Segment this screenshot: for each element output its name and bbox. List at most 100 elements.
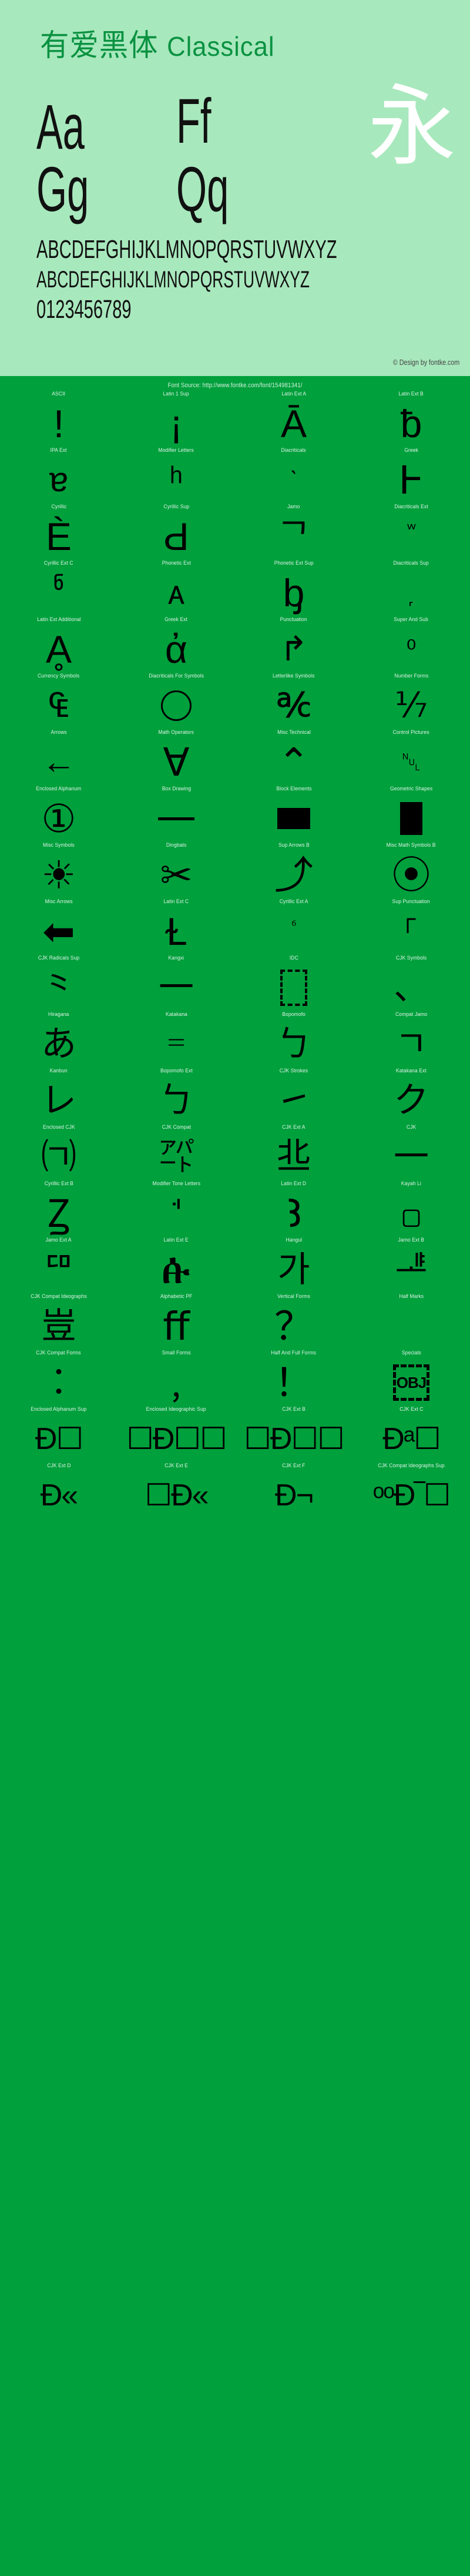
unicode-block-cell[interactable]: Enclosed Alphanum ① (0, 786, 118, 843)
unicode-block-cell[interactable]: CJK Ext E ☐Ð« (118, 1463, 235, 1520)
unicode-block-glyph: ␀ (352, 738, 470, 786)
unicode-block-cell[interactable]: Control Pictures ␀ (352, 730, 470, 786)
font-specimen-hero: 有爱黑体 Classical Aa Ff Gg Qq 永 ABCDEFGHIJK… (0, 0, 470, 376)
unicode-block-cell[interactable]: CJK Ext D Ð« (0, 1463, 118, 1520)
copyright-notice: © Design by fontke.com (393, 358, 459, 367)
unicode-block-cell[interactable]: Latin Ext B ƀ (352, 391, 470, 448)
unicode-block-cell[interactable]: IDC (235, 955, 352, 1012)
unicode-block-cell[interactable]: Punctuation ↱ (235, 617, 352, 673)
unicode-block-cell[interactable]: CJK Ext A 丠 (235, 1125, 352, 1181)
alphabet-uppercase: ABCDEFGHIJKLMNOPQRSTUVWXYZ (36, 234, 337, 266)
unicode-block-label: CJK Ext C (400, 1407, 423, 1415)
unicode-block-cell[interactable]: Kayah Li ꤀ (352, 1181, 470, 1237)
unicode-block-cell[interactable]: Box Drawing (118, 786, 235, 843)
unicode-block-cell[interactable]: Phonetic Ext ᴀ (118, 561, 235, 617)
unicode-block-label: IDC (289, 955, 298, 964)
unicode-block-cell[interactable]: Latin Ext C Ɫ (118, 899, 235, 955)
unicode-block-cell[interactable]: Specials OBJ (352, 1350, 470, 1407)
unicode-block-label: Punctuation (280, 617, 307, 625)
unicode-block-cell[interactable]: Diacriticals Sup᷊ (352, 561, 470, 617)
unicode-block-cell[interactable]: IPA Ext ɐ (0, 448, 118, 504)
unicode-block-cell[interactable]: CJK Ext F Ð¬ (235, 1463, 352, 1520)
unicode-block-cell[interactable]: Latin 1 Sup ¡ (118, 391, 235, 448)
unicode-block-cell[interactable]: Dingbats ✂ (118, 843, 235, 899)
unicode-block-cell[interactable]: Enclosed CJK ㈀ (0, 1125, 118, 1181)
unicode-block-cell[interactable]: Greek Ext ἀ (118, 617, 235, 673)
unicode-block-cell[interactable]: Cyrillic Ext C ჼ (0, 561, 118, 617)
unicode-block-cell[interactable]: CJK Symbols 、 (352, 955, 470, 1012)
unicode-block-cell[interactable]: Number Forms ⅐ (352, 673, 470, 730)
unicode-block-label: Misc Technical (277, 730, 311, 738)
unicode-block-cell[interactable]: Jamo Ext A ꥠ (0, 1237, 118, 1294)
unicode-block-cell[interactable]: Diacriticals For Symbols (118, 673, 235, 730)
unicode-block-cell[interactable]: Enclosed Ideographic Sup ☐Ð☐☐ (118, 1407, 235, 1463)
unicode-block-cell[interactable]: Super And Sub ⁰ (352, 617, 470, 673)
unicode-block-cell[interactable]: Half Marks ﾿ (352, 1294, 470, 1350)
unicode-block-cell[interactable]: CJK Compat Ideographs Sup ᵒᵒÐ‾☐ (352, 1463, 470, 1520)
unicode-block-cell[interactable]: Modifier Letters ʰ (118, 448, 235, 504)
unicode-block-glyph: ⤴ (235, 851, 352, 899)
unicode-block-cell[interactable]: CJK Strokes ㇀ (235, 1068, 352, 1125)
unicode-block-cell[interactable]: Bopomofo Ext ㄅ (118, 1068, 235, 1125)
unicode-block-cell[interactable]: Latin Ext A Ā (235, 391, 352, 448)
unicode-block-cell[interactable]: ASCII! (0, 391, 118, 448)
unicode-block-cell[interactable]: Cyrillic Ext Aⷠ (235, 899, 352, 955)
unicode-block-cell[interactable]: Katakana ゠ (118, 1012, 235, 1068)
unicode-block-cell[interactable]: Kangxi ⼀ (118, 955, 235, 1012)
unicode-block-cell[interactable]: Compat Jamo ㄱ (352, 1012, 470, 1068)
unicode-block-cell[interactable]: Misc Math Symbols B ⦿ (352, 843, 470, 899)
unicode-block-cell[interactable]: CJK Radicals Sup ⺀ (0, 955, 118, 1012)
unicode-block-cell[interactable]: Cyrillic Ext B Ꙁ (0, 1181, 118, 1237)
unicode-block-row: Arrows ← Math Operators ∀ Misc Technical ⌃ Con… (0, 730, 470, 786)
unicode-block-glyph: 豈 (0, 1302, 118, 1350)
unicode-block-cell[interactable]: Hangul 가 (235, 1237, 352, 1294)
unicode-block-cell[interactable]: Misc Symbols ☀ (0, 843, 118, 899)
unicode-block-cell[interactable]: Latin Ext D Ꜣ (235, 1181, 352, 1237)
unicode-block-row: Cyrillic Ext Cჼ Phonetic Ext ᴀ Phonetic Ext… (0, 561, 470, 617)
unicode-block-cell[interactable]: Cyrillic Sup Ԁ (118, 504, 235, 561)
unicode-block-cell[interactable]: Arrows ← (0, 730, 118, 786)
unicode-block-cell[interactable]: Katakana Ext ク (352, 1068, 470, 1125)
unicode-block-cell[interactable]: Hiragana あ (0, 1012, 118, 1068)
unicode-block-cell[interactable]: Letterlike Symbols ℀ (235, 673, 352, 730)
unicode-block-cell[interactable]: Jamo ᄀ (235, 504, 352, 561)
unicode-block-cell[interactable]: Misc Arrows ⬅ (0, 899, 118, 955)
unicode-block-cell[interactable]: CJK Ext B ☐Ð☐☐ (235, 1407, 352, 1463)
unicode-block-cell[interactable]: CJK Compat Forms ︰ (0, 1350, 118, 1407)
unicode-block-glyph: Ḁ (0, 625, 118, 673)
unicode-block-cell[interactable]: Diacriticals ˋ (235, 448, 352, 504)
box-drawing-line (158, 817, 194, 820)
unicode-block-label: CJK Ext B (282, 1407, 306, 1415)
unicode-block-cell[interactable]: Cyrillic Ѐ (0, 504, 118, 561)
unicode-block-cell[interactable]: Misc Technical ⌃ (235, 730, 352, 786)
unicode-block-label: Katakana Ext (396, 1068, 427, 1076)
unicode-block-cell[interactable]: Diacriticals Extᷱ (352, 504, 470, 561)
unicode-block-cell[interactable]: CJK Compat ㌀ (118, 1125, 235, 1181)
unicode-block-cell[interactable]: Small Forms ﹐ (118, 1350, 235, 1407)
unicode-block-cell[interactable]: Sup Arrows B ⤴ (235, 843, 352, 899)
unicode-block-cell[interactable]: Alphabetic PF ﬀ (118, 1294, 235, 1350)
unicode-block-cell[interactable]: Vertical Forms ？ (235, 1294, 352, 1350)
unicode-block-cell[interactable]: Geometric Shapes (352, 786, 470, 843)
unicode-block-cell[interactable]: Half And Full Forms ！ (235, 1350, 352, 1407)
unicode-block-cell[interactable]: Jamo Ext B ힽ (352, 1237, 470, 1294)
unicode-block-cell[interactable]: Enclosed Alphanum Sup Ð☐ (0, 1407, 118, 1463)
unicode-block-label: CJK Compat Ideographs Sup (378, 1463, 444, 1471)
unicode-block-cell[interactable]: Phonetic Ext Sup ᶀ (235, 561, 352, 617)
unicode-block-cell[interactable]: Greek Ͱ (352, 448, 470, 504)
unicode-block-glyph: ⅐ (352, 682, 470, 730)
unicode-block-cell[interactable]: Kanbun レ (0, 1068, 118, 1125)
unicode-block-cell[interactable]: Sup Punctuation ⸀ (352, 899, 470, 955)
unicode-block-glyph: ☐Ð« (118, 1471, 235, 1520)
unicode-block-cell[interactable]: Math Operators ∀ (118, 730, 235, 786)
unicode-block-cell[interactable]: Bopomofo ㄅ (235, 1012, 352, 1068)
unicode-block-cell[interactable]: CJK Ext C Ðᵃ☐ (352, 1407, 470, 1463)
unicode-block-cell[interactable]: CJK 一 (352, 1125, 470, 1181)
unicode-block-cell[interactable]: Block Elements (235, 786, 352, 843)
unicode-block-cell[interactable]: CJK Compat Ideographs 豈 (0, 1294, 118, 1350)
unicode-block-cell[interactable]: Modifier Tone Letters ꜗ (118, 1181, 235, 1237)
unicode-block-cell[interactable]: Latin Ext E ꬁ (118, 1237, 235, 1294)
unicode-block-cell[interactable]: Currency Symbols ₠ (0, 673, 118, 730)
unicode-block-row: Kanbun レ Bopomofo Ext ㄅ CJK Strokes ㇀ Katakana… (0, 1068, 470, 1125)
unicode-block-cell[interactable]: Latin Ext Additional Ḁ (0, 617, 118, 673)
